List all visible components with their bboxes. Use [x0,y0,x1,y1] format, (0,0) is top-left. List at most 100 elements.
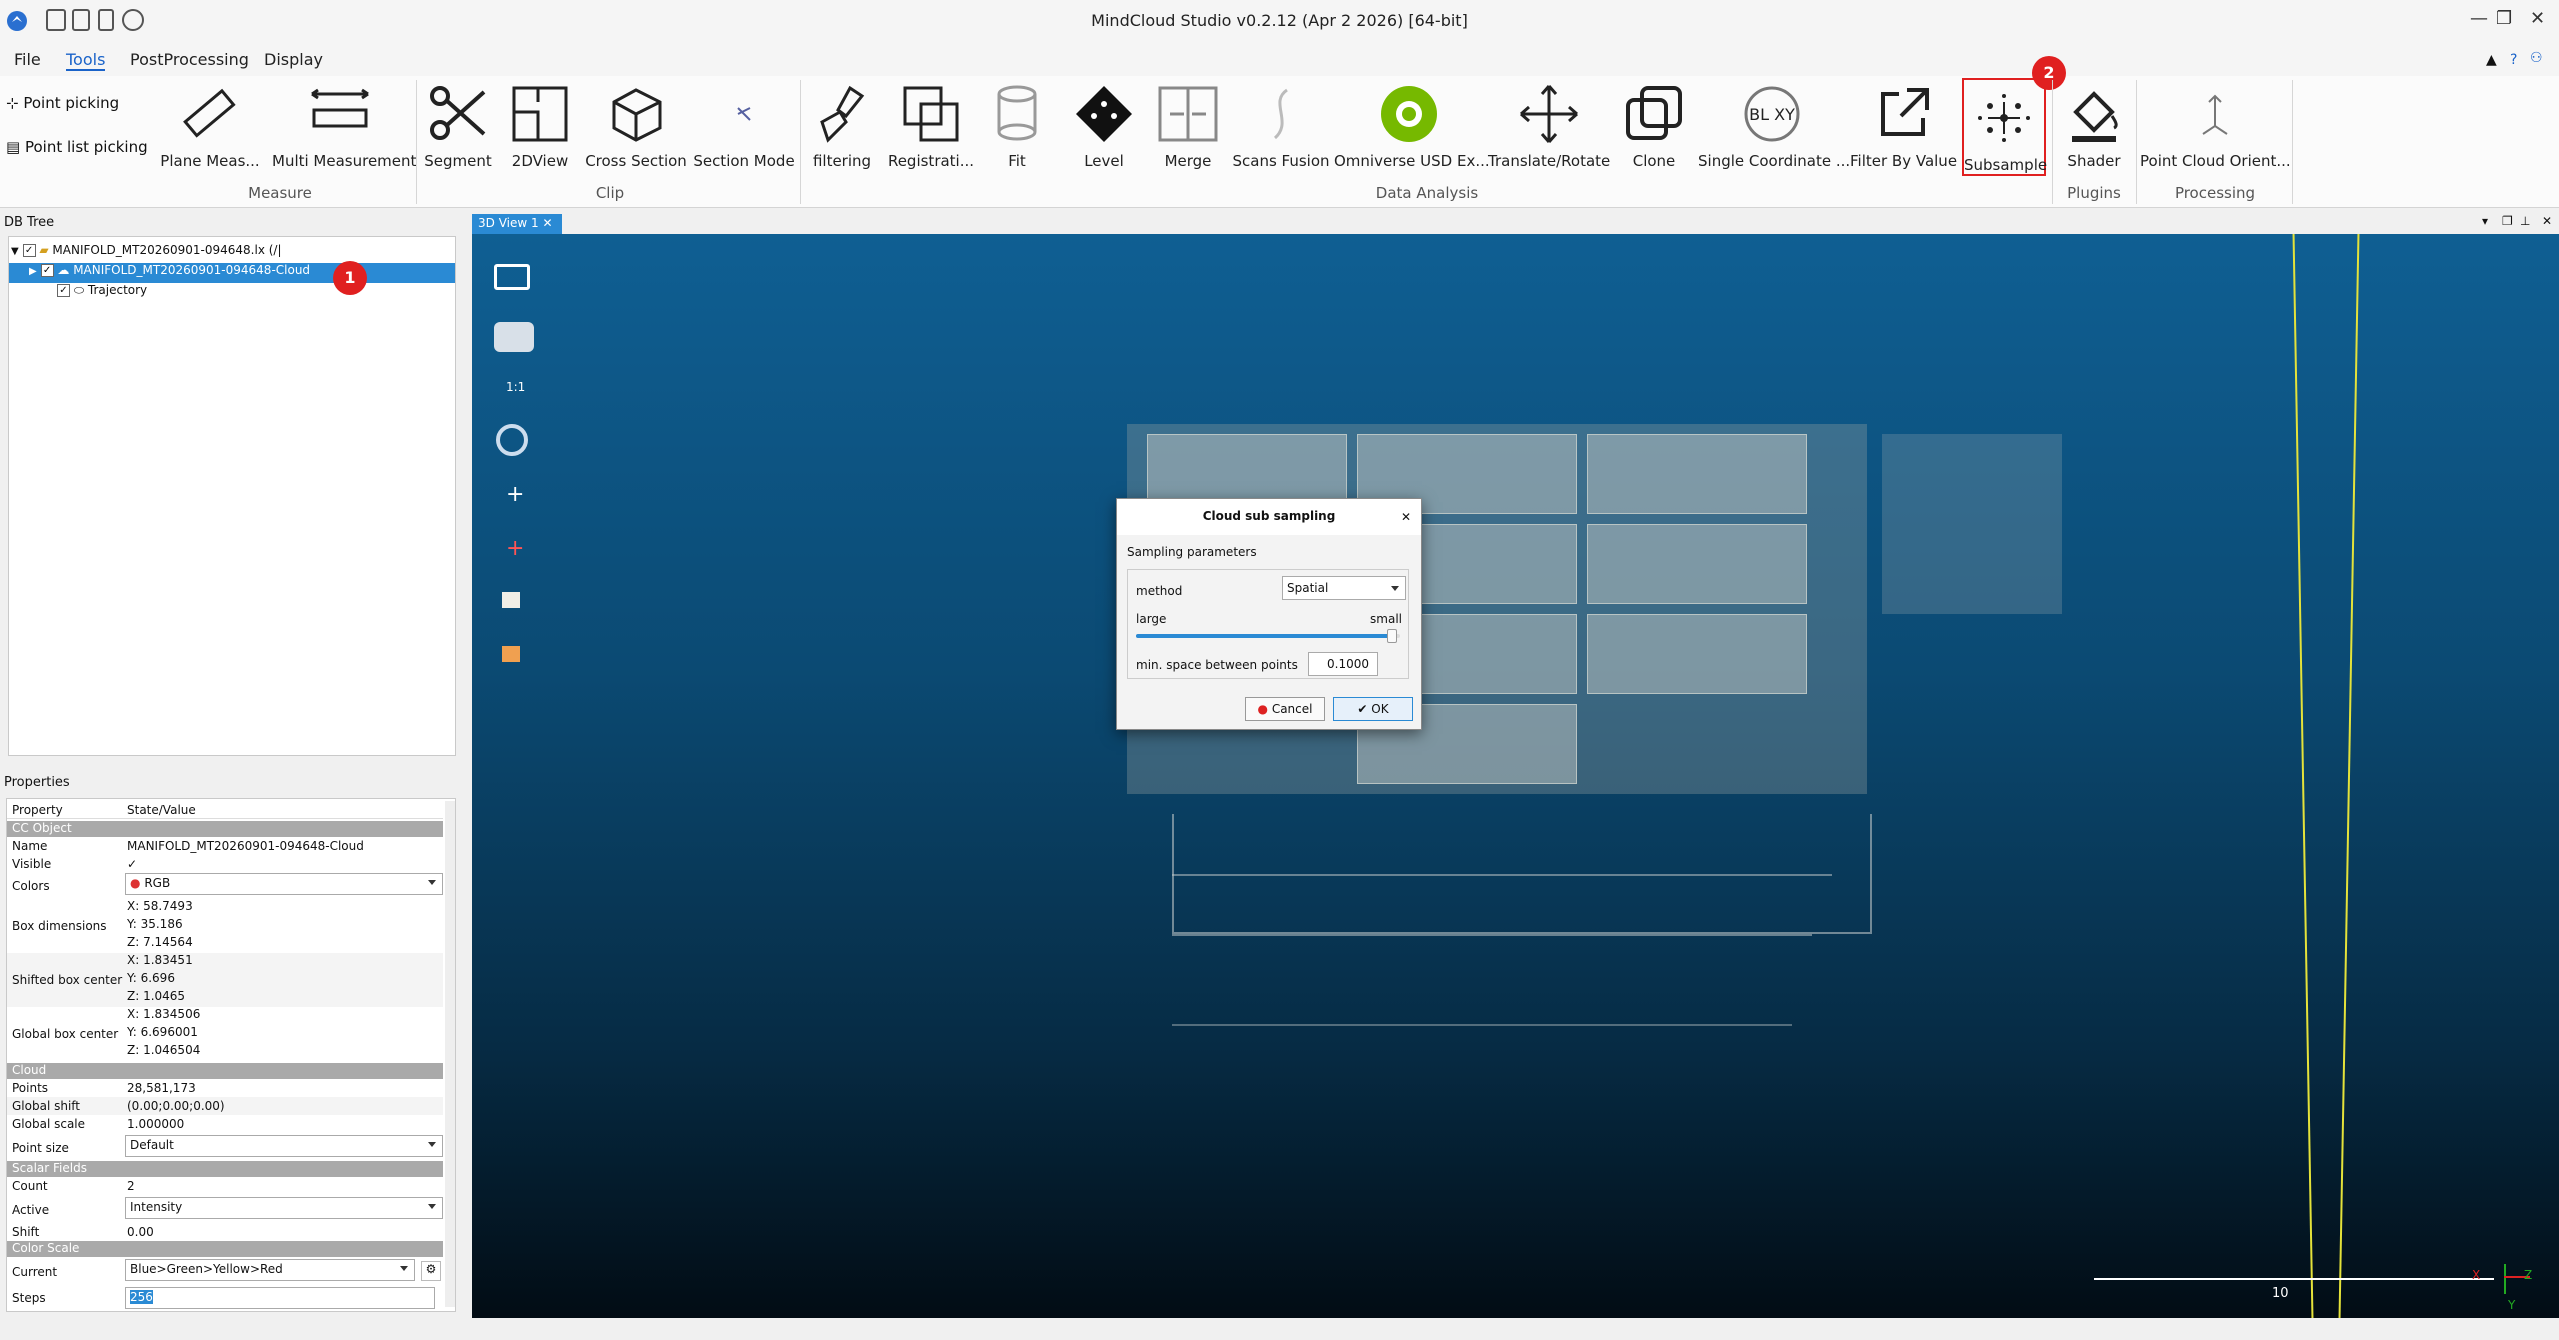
help-icon[interactable]: ? [2510,52,2517,68]
point-size-select[interactable]: Default [125,1135,443,1157]
level-icon [1076,86,1132,142]
brush-icon [820,85,865,143]
point-list-icon: ▤ [6,138,21,156]
root-checkbox[interactable]: ✓ [22,244,36,257]
point-cloud-orient-button[interactable]: Point Cloud Orient... [2140,76,2291,176]
prop-shift-row: Shift 0.00 [7,1223,443,1241]
view-menu-icon[interactable]: ▾ [2482,214,2488,228]
trajectory-checkbox[interactable]: ✓ [57,284,70,297]
fullscreen-icon[interactable] [494,264,530,290]
cross-section-icon [612,88,662,142]
ribbon-separator [416,80,417,204]
properties-header: Properties [4,775,70,790]
minimize-icon[interactable]: — [2470,8,2488,29]
translate-rotate-button[interactable]: Translate/Rotate [1488,76,1610,176]
view2d-label: 2DView [511,152,569,170]
single-coordinate-button[interactable]: BL XY Single Coordinate ... [1698,76,1850,176]
fit-button[interactable]: Fit [982,76,1052,176]
collapse-ribbon-icon[interactable]: ▲ [2486,52,2497,68]
spacing-slider[interactable] [1136,629,1400,643]
properties-scrollbar[interactable] [445,801,455,1307]
cylinder-icon [997,85,1037,141]
cross-section-button[interactable]: Cross Section [584,76,688,176]
tab-close-icon[interactable]: ✕ [542,216,552,230]
plane-measure-label: Plane Meas... [160,152,260,170]
visible-check-icon[interactable]: ✓ [127,857,137,871]
iso-view-icon[interactable] [502,646,520,662]
prop-psize-key: Point size [12,1141,69,1155]
filter-by-value-label: Filter By Value [1850,152,1958,170]
restore-icon[interactable]: ❐ [2496,8,2512,29]
pivot-plus-icon[interactable]: + [506,482,524,507]
scans-fusion-label: Scans Fusion [1232,152,1330,170]
view-close-icon[interactable]: ✕ [2542,214,2552,228]
group-plugins-label: Plugins [2067,184,2121,202]
segment-button[interactable]: Segment [422,76,494,176]
tree-trajectory-row[interactable]: ✓ ⬭ Trajectory [57,283,147,303]
cloud-checkbox[interactable]: ✓ [40,264,54,277]
registration-button[interactable]: Registrati... [884,76,978,176]
omniverse-button[interactable]: Omniverse USD Ex... [1334,76,1490,176]
trajectory-icon: ⬭ [73,283,85,297]
point-list-picking-button[interactable]: ▤ Point list picking [6,138,148,156]
pivot-center-icon[interactable]: + [506,536,524,561]
filter-by-value-button[interactable]: Filter By Value [1850,76,1958,176]
3d-view-canvas[interactable]: 1:1 + + 10 X Z Y [472,234,2559,1318]
axis-y-line [2504,1264,2506,1294]
slider-handle[interactable] [1387,629,1398,643]
menu-postprocessing[interactable]: PostProcessing [130,50,249,69]
min-space-input[interactable]: 0.1000 [1308,652,1378,676]
color-scale-editor-icon[interactable]: ⚙ [421,1261,441,1281]
active-sf-select[interactable]: Intensity [125,1197,443,1219]
ok-button[interactable]: ✔ OK [1333,697,1413,721]
user-icon[interactable]: ⚇ [2530,50,2543,66]
zoom-icon[interactable] [496,424,528,456]
menu-file[interactable]: File [14,50,41,69]
view-pin-icon[interactable]: ⊥ [2520,214,2530,228]
section-mode-button[interactable]: Section Mode [690,76,798,176]
expand-arrow-icon[interactable]: ▼ [11,246,19,257]
point-picking-icon: ⊹ [6,94,19,112]
cloud-subsampling-dialog: Cloud sub sampling ✕ Sampling parameters… [1116,498,1422,730]
view-float-icon[interactable]: ❐ [2502,214,2513,228]
plane-measure-button[interactable]: Plane Meas... [150,76,270,176]
section-cloud: Cloud [7,1063,443,1079]
subsample-label: Subsample [1964,156,2048,174]
menu-tools[interactable]: Tools [66,50,106,71]
camera-icon[interactable] [494,322,534,352]
shader-button[interactable]: Shader [2056,76,2132,176]
view2d-button[interactable]: 2DView [500,76,580,176]
ok-label: OK [1371,702,1389,716]
tab-3d-view-1[interactable]: 3D View 1 ✕ [472,214,562,234]
menu-display[interactable]: Display [264,50,323,69]
close-icon[interactable]: ✕ [2530,8,2545,29]
level-button[interactable]: Level [1066,76,1142,176]
zoom-1-1-button[interactable]: 1:1 [506,380,525,394]
color-scale-select[interactable]: Blue>Green>Yellow>Red [125,1259,415,1281]
scans-fusion-button[interactable]: Scans Fusion [1232,76,1330,176]
merge-button[interactable]: Merge [1148,76,1228,176]
point-cloud-block [1587,524,1807,604]
front-view-icon[interactable] [502,592,520,608]
colors-select[interactable]: ● RGB [125,873,443,895]
multi-measurement-button[interactable]: Multi Measurement [272,76,417,176]
tree-cloud-row[interactable]: ▶ ✓ ☁ MANIFOLD_MT20260901-094648-Cloud [9,263,455,283]
steps-spinbox[interactable]: 256 [125,1287,435,1309]
point-picking-button[interactable]: ⊹ Point picking [6,94,119,112]
section-cc-object: CC Object [7,821,443,837]
tree-root-row[interactable]: ▼ ✓ ▰ MANIFOLD_MT20260901-094648.lx (/| [11,243,455,263]
subsample-button[interactable]: Subsample [1962,78,2048,176]
method-select[interactable]: Spatial [1282,576,1406,600]
prop-steps-key: Steps [12,1291,46,1305]
clone-button[interactable]: Clone [1614,76,1694,176]
bounding-box-line [2292,234,2314,1318]
filtering-button[interactable]: filtering [804,76,880,176]
multi-measure-icon [311,88,369,128]
multi-measurement-label: Multi Measurement [272,152,417,170]
point-cloud-line [1172,874,1832,876]
point-cloud-orient-label: Point Cloud Orient... [2140,152,2291,170]
dialog-close-icon[interactable]: ✕ [1397,508,1415,526]
expand-arrow-icon[interactable]: ▶ [29,266,37,277]
level-label: Level [1084,152,1124,170]
cancel-button[interactable]: ● Cancel [1245,697,1325,721]
